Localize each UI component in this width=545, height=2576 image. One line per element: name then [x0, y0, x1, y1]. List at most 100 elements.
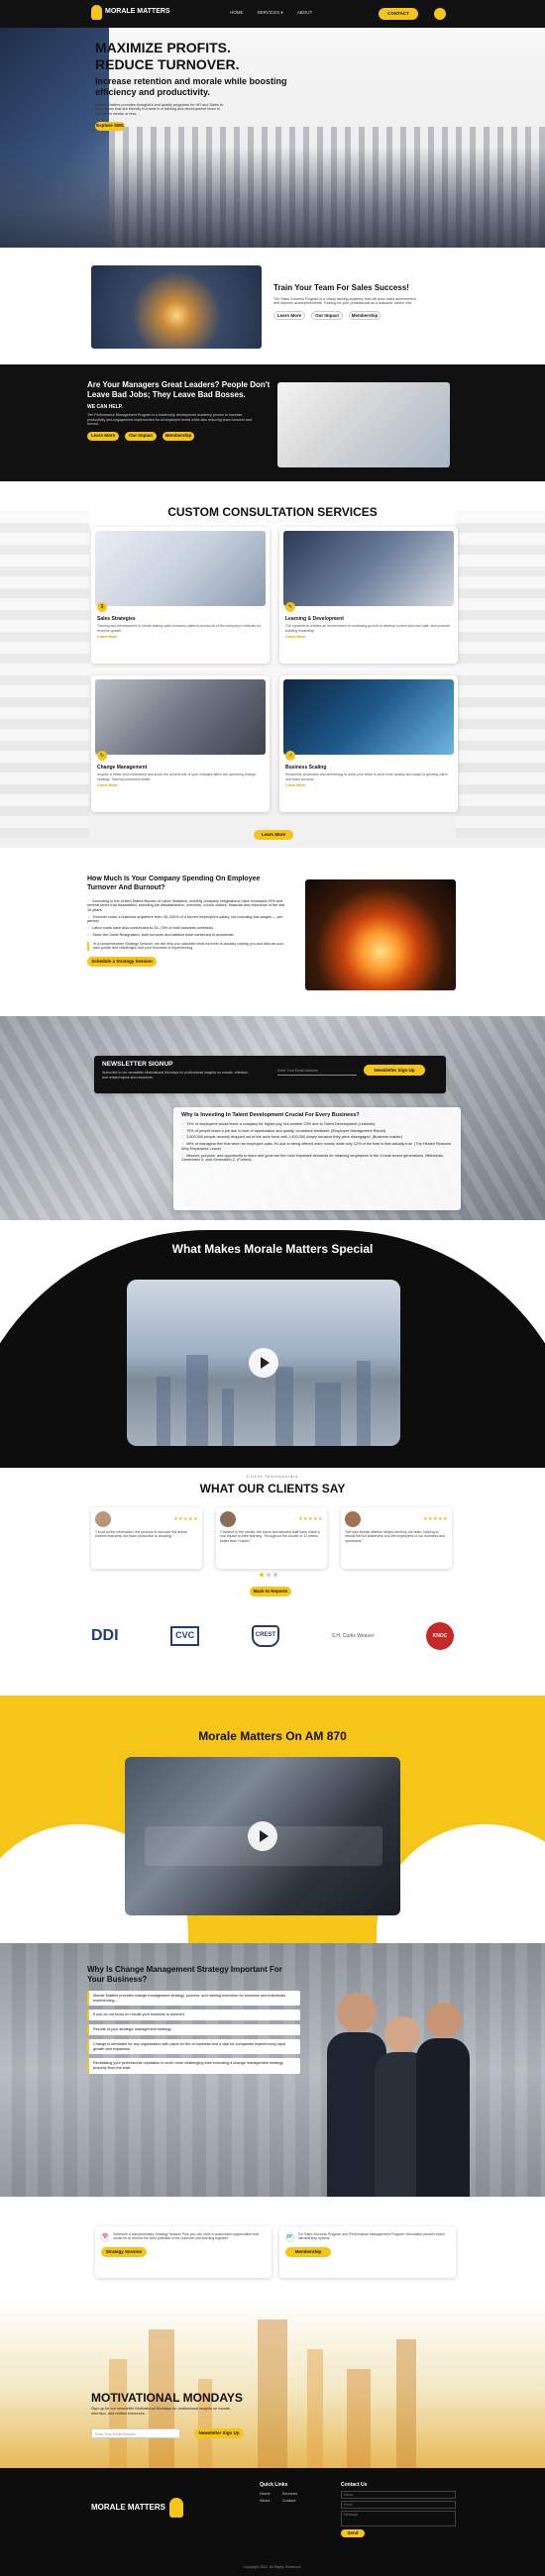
footer-brand[interactable]: MORALE MATTERS — [91, 2498, 183, 2518]
radio-section: Morale Matters On AM 870 — [0, 1696, 545, 1943]
change-management-image — [95, 679, 266, 755]
crest-logo: CREST — [251, 1625, 280, 1647]
train-image — [91, 265, 262, 349]
avatar — [220, 1511, 236, 1527]
hero: MAXIMIZE PROFITS. REDUCE TURNOVER. Incre… — [0, 28, 545, 248]
membership-card-body: For Sales Success Program and Performanc… — [297, 2232, 445, 2241]
quick-links-title: Quick Links — [260, 2482, 288, 2488]
train-membership-button[interactable]: Membership — [349, 310, 381, 320]
consult-card-body: Our experience creates an environment of… — [285, 624, 451, 633]
consult-card-link[interactable]: Learn More — [97, 635, 264, 640]
nav-about[interactable]: ABOUT — [297, 10, 313, 16]
back-to-reports-button[interactable]: Back to Reports — [250, 1587, 291, 1597]
consult-learn-more-button[interactable]: Learn More — [254, 830, 293, 840]
membership-button[interactable]: Membership — [285, 2247, 331, 2257]
footer-name-input[interactable]: Name — [341, 2491, 456, 2500]
consult-card-link[interactable]: Learn More — [97, 783, 264, 788]
learning-development-image — [283, 531, 454, 606]
carousel-dot[interactable] — [273, 1573, 277, 1577]
hero-subtitle: Increase retention and morale while boos… — [95, 76, 287, 98]
consult-card-change[interactable]: ↻ Change Management Acquire a better and… — [91, 675, 270, 812]
strategy-card-body: Schedule a complimentary Strategy Sessio… — [113, 2232, 260, 2241]
brand-logo[interactable]: MORALE MATTERS — [91, 5, 170, 20]
contact-button[interactable]: CONTACT — [379, 8, 418, 20]
consult-card-sales[interactable]: $ Sales Strategies Training and developm… — [91, 527, 270, 664]
managers-learn-more-button[interactable]: Learn More — [87, 431, 119, 441]
train-section: Train Your Team For Sales Success! The S… — [0, 248, 545, 364]
managers-section: Are Your Managers Great Leaders? People … — [0, 364, 545, 481]
carousel-dot[interactable] — [260, 1573, 264, 1577]
change-section: Why Is Change Management Strategy Import… — [0, 1943, 545, 2197]
train-body: The Sales Success Program is a virtual t… — [273, 297, 416, 306]
nav-services[interactable]: SERVICES ▾ — [258, 10, 283, 16]
user-icon[interactable] — [434, 8, 446, 20]
radio-play-icon[interactable] — [248, 1821, 277, 1851]
why-box: Why Is Investing In Talent Development C… — [173, 1107, 461, 1210]
consult-card-title: Change Management — [97, 765, 148, 771]
consult-card-link[interactable]: Learn More — [285, 783, 452, 788]
spending-bullet: ✓ Turnover costs a business anywhere from… — [87, 914, 283, 924]
train-title: Train Your Team For Sales Success! — [273, 283, 409, 292]
consult-card-scaling[interactable]: ↗ Business Scaling Streamline processes … — [279, 675, 458, 812]
cvc-logo: CVC — [170, 1626, 200, 1646]
mondays-title: MOTIVATIONAL MONDAYS — [91, 2391, 243, 2405]
testimonial-card: ★★★★★ "I believe in the results, the tut… — [216, 1507, 327, 1569]
why-item: ✓ 3,800,000 people recently dropped out o… — [181, 1135, 403, 1140]
avatar — [95, 1511, 111, 1527]
testimonials-title: WHAT OUR CLIENTS SAY — [199, 1482, 346, 1495]
managers-our-impact-button[interactable]: Our Impact — [125, 431, 157, 441]
why-item: ✓ 74% of employees would leave a company … — [181, 1121, 377, 1126]
nav-bar: MORALE MATTERS HOME SERVICES ▾ ABOUT CON… — [0, 0, 545, 28]
sales-strategies-image — [95, 531, 266, 606]
hero-body: Morale Matters provides thoughtful and q… — [95, 102, 224, 116]
newsletter-box: NEWSLETTER SIGNUP Subscribe to our newsl… — [94, 1056, 446, 1093]
consult-section: CUSTOM CONSULTATION SERVICES $ Sales Str… — [0, 481, 545, 848]
strategy-session-button[interactable]: Strategy Session — [101, 2247, 147, 2257]
train-our-impact-button[interactable]: Our Impact — [311, 310, 343, 320]
rating-stars: ★★★★★ — [298, 1515, 323, 1522]
hero-cta-button[interactable]: Explore SMS — [95, 121, 125, 131]
consult-card-title: Sales Strategies — [97, 616, 136, 622]
newsletter-email-input[interactable]: Enter Your Email Address — [277, 1066, 357, 1076]
business-team-image — [327, 1973, 470, 2197]
radio-title: Morale Matters On AM 870 — [198, 1729, 347, 1743]
carousel-dot[interactable] — [267, 1573, 271, 1577]
footer-email-input[interactable]: Email — [341, 2501, 456, 2510]
managers-membership-button[interactable]: Membership — [163, 431, 194, 441]
testimonial-card: ★★★★★ "We saw Morale Matters helped deve… — [341, 1507, 452, 1569]
nav-home[interactable]: HOME — [230, 10, 244, 16]
footer-send-button[interactable]: Send — [341, 2529, 365, 2538]
train-learn-more-button[interactable]: Learn More — [273, 310, 305, 320]
business-scaling-image — [283, 679, 454, 755]
consult-card-body: Streamline processes and technology to a… — [285, 773, 448, 781]
footer-link-home[interactable]: Home — [260, 2491, 271, 2496]
spending-bullet: ✓ Labor costs have also contributed to 33… — [87, 926, 214, 931]
mondays-email-input[interactable]: Enter Your Email Address — [91, 2428, 180, 2438]
lightbulb-icon — [91, 5, 102, 20]
footer-link-services[interactable]: Services — [282, 2491, 297, 2496]
sales-icon: $ — [97, 602, 107, 612]
spending-note: In a complimentary Strategy Session, we … — [87, 941, 285, 951]
testimonial-card: ★★★★★ "I trust all the information, the … — [91, 1507, 202, 1569]
footer-link-about[interactable]: About — [260, 2498, 271, 2503]
managers-body: The Performance Management Program is a … — [87, 413, 253, 427]
ddi-logo: DDI — [91, 1627, 119, 1644]
testimonial-text: "I trust all the information, the proces… — [95, 1530, 187, 1539]
mondays-signup-button[interactable]: Newsletter Sign Up — [194, 2428, 244, 2438]
consult-card-link[interactable]: Learn More — [285, 635, 452, 640]
footer-link-contact[interactable]: Contact — [282, 2498, 297, 2503]
contact-title: Contact Us — [341, 2482, 368, 2488]
consult-card-learning[interactable]: ✎ Learning & Development Our experience … — [279, 527, 458, 664]
special-video[interactable] — [127, 1280, 400, 1446]
footer-message-input[interactable]: Message — [341, 2511, 456, 2527]
membership-card: 🪪 For Sales Success Program and Performa… — [279, 2226, 456, 2278]
cta-cards-section: 📅 Schedule a complimentary Strategy Sess… — [0, 2197, 545, 2300]
consult-card-body: Acquire a better and understand and know… — [97, 773, 257, 781]
change-icon: ↻ — [97, 751, 107, 761]
special-play-icon[interactable] — [249, 1348, 278, 1378]
hero-title-2: REDUCE TURNOVER. — [95, 55, 240, 72]
newsletter-signup-button[interactable]: Newsletter Sign Up — [364, 1065, 425, 1076]
radio-video[interactable] — [125, 1757, 400, 1915]
schedule-strategy-session-button[interactable]: Schedule a Strategy Session — [87, 956, 157, 967]
why-section: NEWSLETTER SIGNUP Subscribe to our newsl… — [0, 1016, 545, 1220]
